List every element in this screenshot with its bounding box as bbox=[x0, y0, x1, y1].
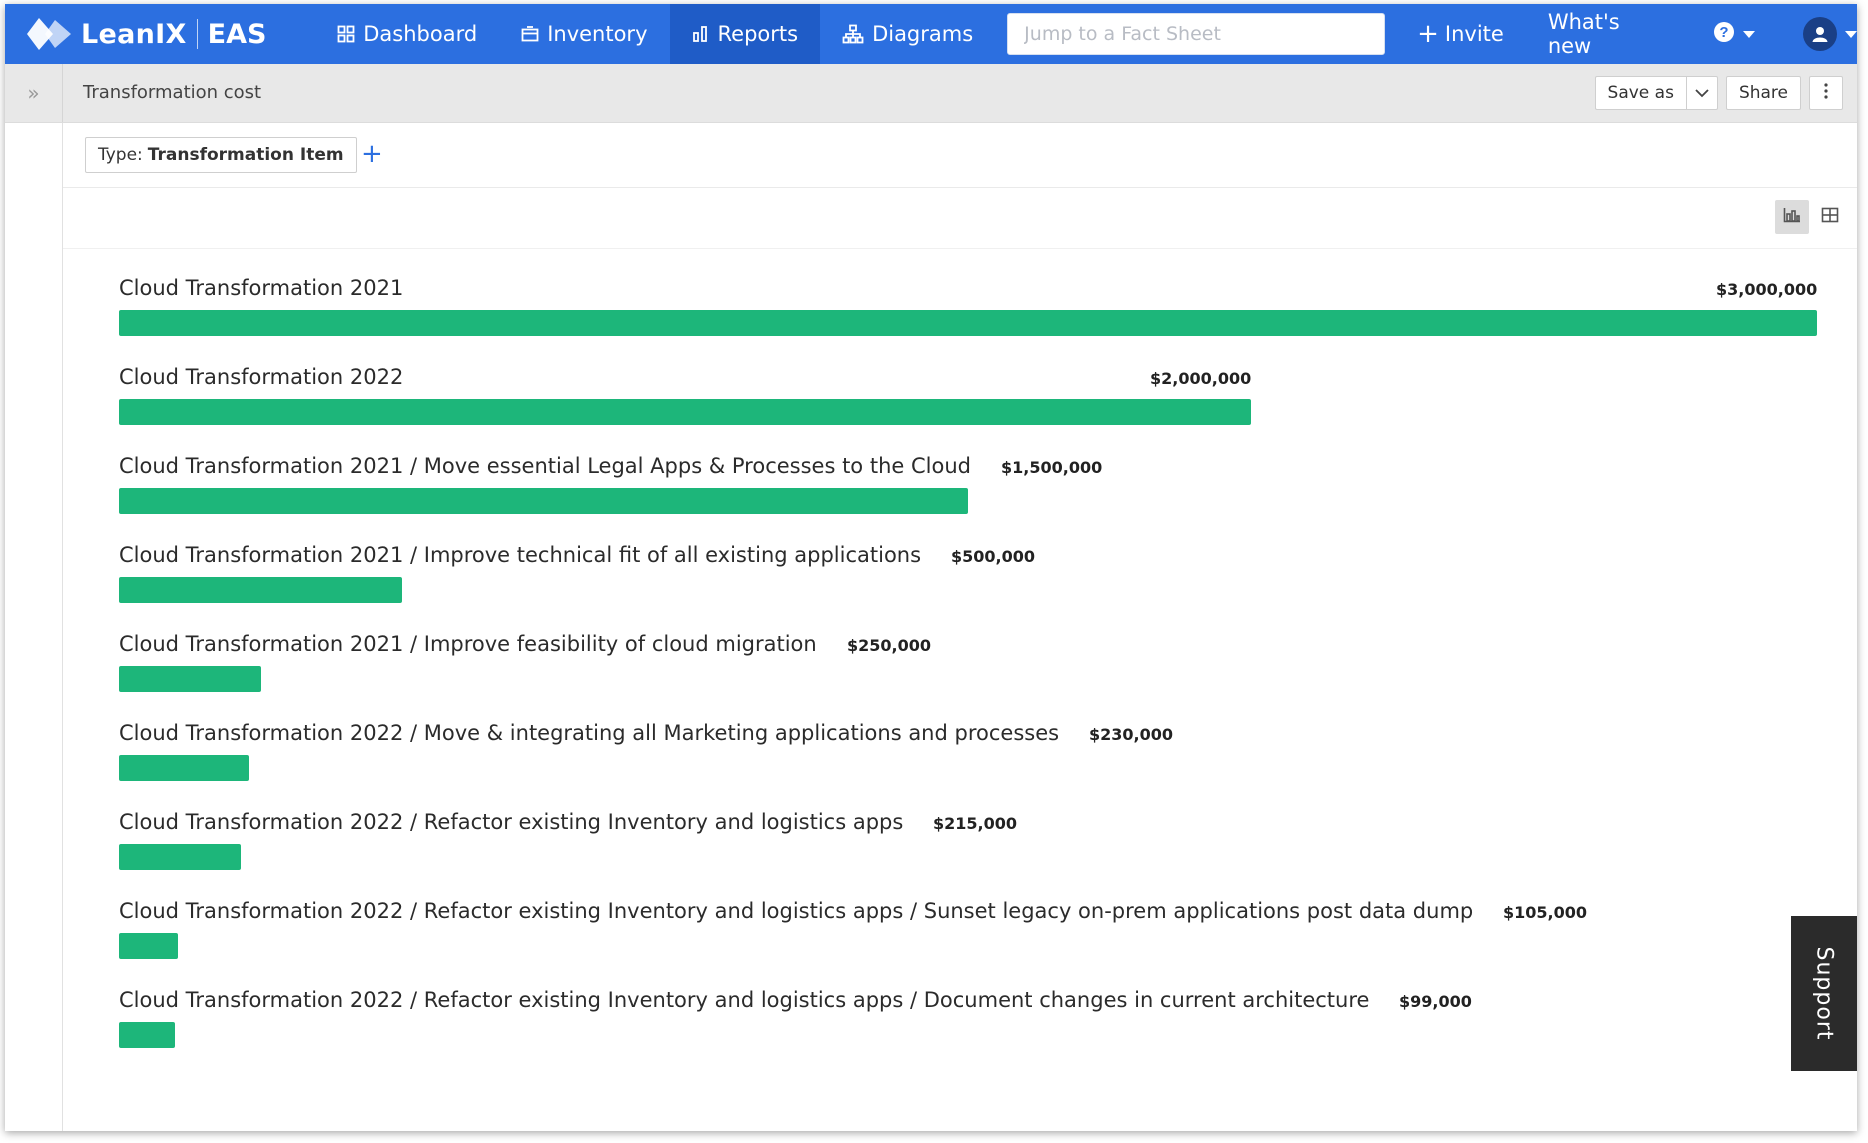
cost-bar[interactable] bbox=[119, 488, 968, 514]
bar-category-label: Cloud Transformation 2021 bbox=[119, 276, 404, 300]
nav-dashboard[interactable]: Dashboard bbox=[315, 4, 499, 64]
fact-sheet-search-input[interactable] bbox=[1007, 13, 1386, 55]
cost-bar[interactable] bbox=[119, 844, 241, 870]
nav-diagrams-label: Diagrams bbox=[872, 22, 974, 46]
diagrams-icon bbox=[842, 24, 864, 44]
invite-button[interactable]: + Invite bbox=[1395, 21, 1526, 47]
bar-category-label: Cloud Transformation 2022 / Refactor exi… bbox=[119, 810, 904, 834]
inventory-icon bbox=[521, 25, 539, 43]
nav-right-group: + Invite What's new ? bbox=[1395, 10, 1857, 58]
bar-value-label: $500,000 bbox=[951, 547, 1036, 566]
nav-inventory-label: Inventory bbox=[547, 22, 648, 46]
bar-value-label: $230,000 bbox=[1089, 725, 1174, 744]
chart-view-toggle[interactable] bbox=[1775, 200, 1809, 234]
cost-bar[interactable] bbox=[119, 310, 1817, 336]
chevron-down-icon bbox=[1845, 30, 1857, 38]
bar-category-label: Cloud Transformation 2021 / Improve tech… bbox=[119, 543, 922, 567]
app-window: LeanIX EAS Dashboard Inventory Reports D… bbox=[5, 4, 1857, 1131]
nav-reports[interactable]: Reports bbox=[669, 4, 821, 64]
support-label: Support bbox=[1811, 946, 1837, 1041]
nav-reports-label: Reports bbox=[717, 22, 799, 46]
page-title: Transformation cost bbox=[83, 82, 262, 103]
top-navigation: LeanIX EAS Dashboard Inventory Reports D… bbox=[5, 4, 1857, 64]
type-filter-chip[interactable]: Type: Transformation Item bbox=[85, 137, 357, 173]
user-menu-button[interactable] bbox=[1779, 17, 1857, 51]
help-menu-button[interactable]: ? bbox=[1689, 21, 1779, 47]
more-vertical-icon bbox=[1824, 82, 1828, 104]
table-view-toggle[interactable] bbox=[1813, 200, 1847, 234]
bar-value-label: $215,000 bbox=[933, 814, 1018, 833]
cost-bar[interactable] bbox=[119, 1022, 175, 1048]
brand-name: LeanIX bbox=[81, 18, 187, 50]
bar-category-label: Cloud Transformation 2022 bbox=[119, 365, 404, 389]
report-header: » Transformation cost Save as Share bbox=[5, 64, 1857, 123]
transformation-cost-chart: Cloud Transformation 2021 $3,000,000 Cloud… bbox=[63, 248, 1857, 1131]
bar-value-label: $250,000 bbox=[847, 636, 932, 655]
whats-new-link[interactable]: What's new bbox=[1526, 10, 1689, 58]
help-icon: ? bbox=[1713, 21, 1735, 47]
nav-diagrams[interactable]: Diagrams bbox=[820, 4, 995, 64]
filter-type-value: Transformation Item bbox=[147, 145, 344, 165]
cost-bar[interactable] bbox=[119, 577, 402, 603]
dashboard-icon bbox=[337, 25, 355, 43]
invite-label: Invite bbox=[1444, 22, 1504, 46]
logo[interactable]: LeanIX EAS bbox=[27, 16, 315, 52]
product-name: EAS bbox=[207, 18, 267, 50]
bar-value-label: $2,000,000 bbox=[1150, 369, 1252, 388]
filter-bar: Type: Transformation Item + bbox=[63, 123, 1857, 188]
nav-inventory[interactable]: Inventory bbox=[499, 4, 669, 64]
bar-category-label: Cloud Transformation 2021 / Improve feas… bbox=[119, 632, 817, 656]
bar-category-label: Cloud Transformation 2022 / Move & integ… bbox=[119, 721, 1060, 745]
leanix-logo-icon bbox=[27, 16, 71, 52]
left-rail bbox=[5, 123, 63, 1131]
save-as-button[interactable]: Save as bbox=[1594, 76, 1686, 110]
brand-divider bbox=[196, 19, 198, 49]
bar-value-label: $1,500,000 bbox=[1001, 458, 1103, 477]
table-icon bbox=[1821, 207, 1839, 227]
expand-sidebar-button[interactable]: » bbox=[5, 64, 63, 122]
cost-bar[interactable] bbox=[119, 399, 1251, 425]
nav-dashboard-label: Dashboard bbox=[363, 22, 478, 46]
cost-bar[interactable] bbox=[119, 666, 261, 692]
share-button[interactable]: Share bbox=[1725, 76, 1801, 110]
add-filter-button[interactable]: + bbox=[361, 137, 383, 171]
chevron-down-icon bbox=[1695, 83, 1709, 103]
view-toolbar bbox=[63, 188, 1857, 249]
svg-text:?: ? bbox=[1719, 24, 1728, 41]
more-options-button[interactable] bbox=[1809, 76, 1843, 110]
cost-bar[interactable] bbox=[119, 933, 178, 959]
bar-category-label: Cloud Transformation 2021 / Move essenti… bbox=[119, 454, 971, 478]
cost-bar[interactable] bbox=[119, 755, 249, 781]
report-actions: Save as Share bbox=[1594, 76, 1843, 110]
plus-icon: + bbox=[1417, 19, 1439, 49]
filter-type-label: Type: bbox=[98, 145, 143, 165]
support-tab[interactable]: Support bbox=[1791, 916, 1857, 1071]
bar-chart-icon bbox=[1783, 207, 1801, 227]
bar-value-label: $3,000,000 bbox=[1716, 280, 1818, 299]
bar-category-label: Cloud Transformation 2022 / Refactor exi… bbox=[119, 988, 1370, 1012]
reports-icon bbox=[692, 25, 710, 43]
user-avatar-icon bbox=[1803, 17, 1837, 51]
bar-value-label: $105,000 bbox=[1503, 903, 1588, 922]
bar-value-label: $99,000 bbox=[1399, 992, 1472, 1011]
save-options-dropdown[interactable] bbox=[1685, 76, 1718, 110]
chevron-down-icon bbox=[1743, 30, 1755, 38]
bar-category-label: Cloud Transformation 2022 / Refactor exi… bbox=[119, 899, 1474, 923]
